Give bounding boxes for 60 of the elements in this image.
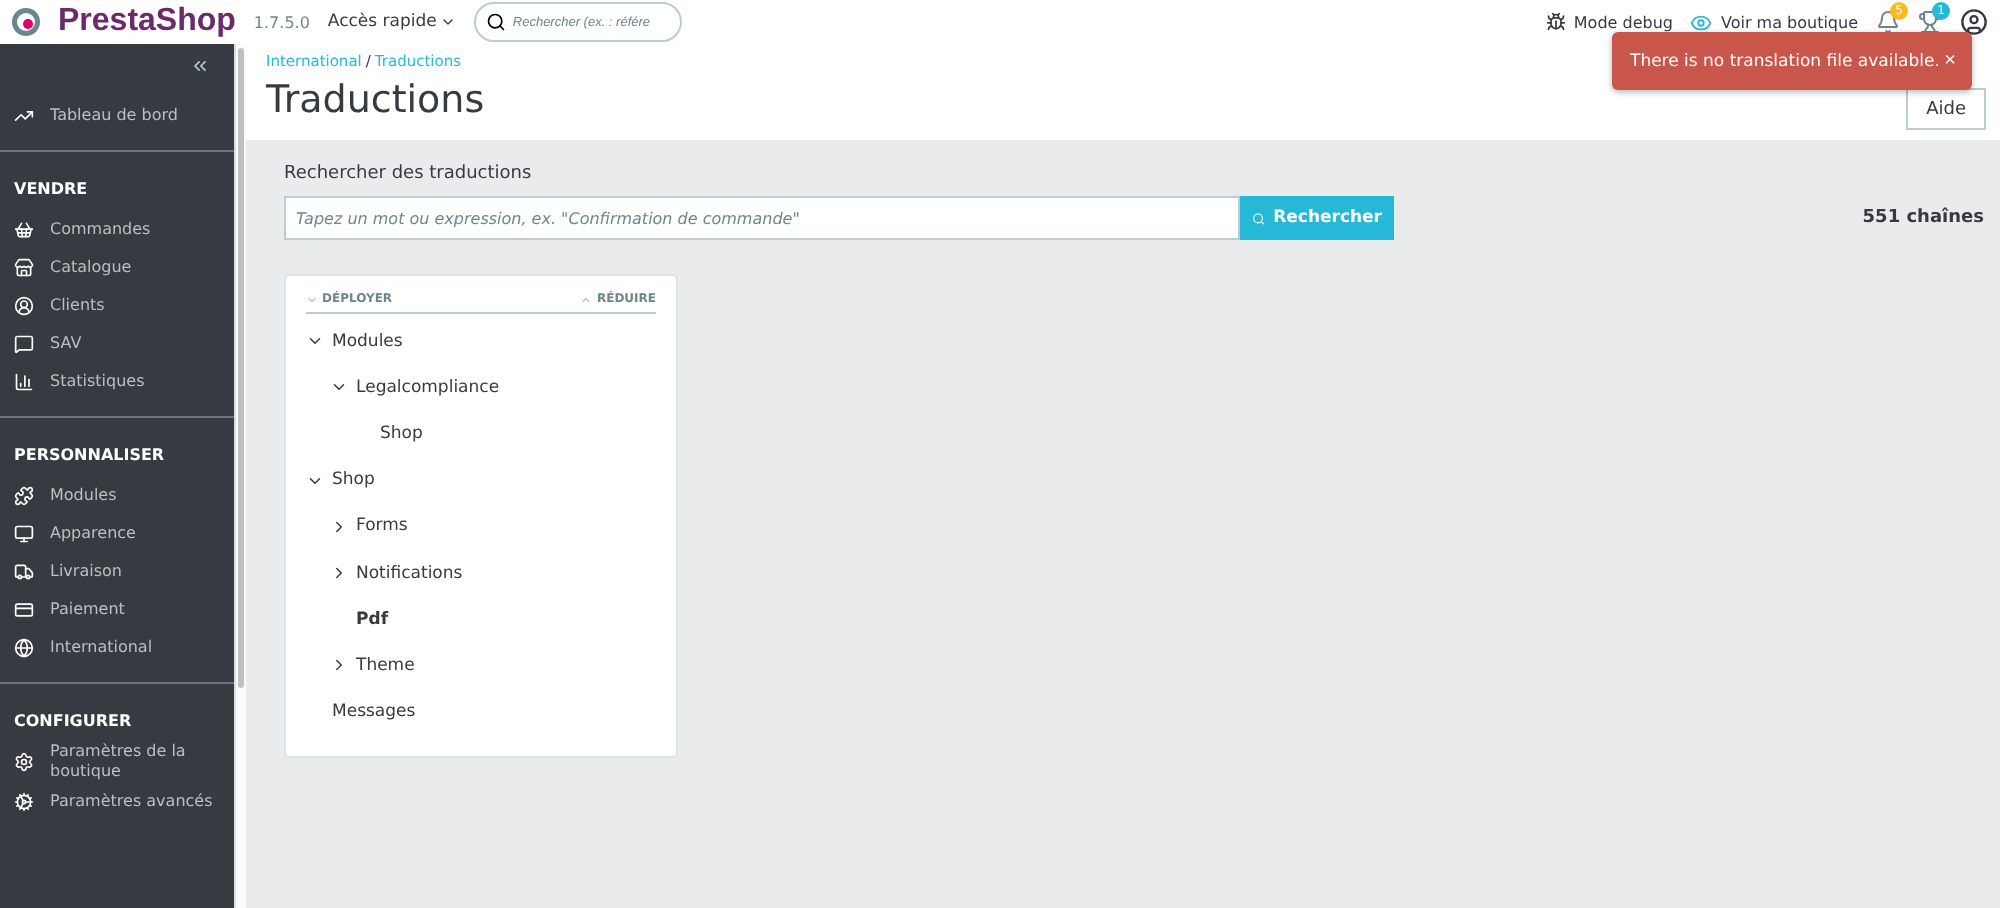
- truck-icon: [14, 561, 34, 581]
- gear-icon: [14, 752, 34, 772]
- monitor-icon: [14, 523, 34, 543]
- puzzle-icon: [14, 485, 34, 505]
- gear-icon: [14, 791, 34, 811]
- user-icon: [14, 295, 34, 315]
- chevron-down-icon: [306, 293, 318, 305]
- tree-node[interactable]: Pdf: [330, 596, 656, 643]
- collapse-icon[interactable]: [190, 56, 210, 76]
- caret-icon: [440, 14, 457, 30]
- sidebar-item[interactable]: Livraison: [0, 552, 234, 590]
- sidebar-item[interactable]: Clients: [0, 286, 234, 324]
- logo-icon: [12, 8, 40, 36]
- tree-node[interactable]: Shop: [306, 457, 656, 504]
- sidebar-item[interactable]: Apparence: [0, 514, 234, 552]
- string-count: 551 chaînes: [1862, 208, 1984, 228]
- quick-access-menu[interactable]: Accès rapide: [327, 12, 457, 32]
- sidebar-item[interactable]: Paramètres de la boutique: [0, 742, 234, 782]
- sidebar-item[interactable]: Statistiques: [0, 362, 234, 400]
- search-label: Rechercher des traductions: [284, 164, 534, 184]
- tree-node[interactable]: Legalcompliance: [330, 364, 656, 411]
- brand-name: PrestaShop: [58, 4, 236, 40]
- version-label: 1.7.5.0: [253, 13, 310, 31]
- search-icon: [1252, 209, 1266, 227]
- chat-icon: [14, 333, 34, 353]
- chevron-up-icon: [580, 293, 593, 305]
- bug-icon: [1545, 12, 1566, 32]
- tree-node[interactable]: Modules: [306, 318, 656, 365]
- tree-node[interactable]: Forms: [330, 503, 656, 550]
- tree-node[interactable]: Messages: [306, 689, 656, 736]
- sidebar-item[interactable]: Modules: [0, 476, 234, 514]
- sidebar-item[interactable]: Catalogue: [0, 248, 234, 286]
- chevron-right-icon: [330, 656, 348, 675]
- tree-node[interactable]: Shop: [354, 410, 656, 458]
- sidebar-item[interactable]: Paramètres avancés: [0, 782, 234, 820]
- view-shop-link[interactable]: Voir ma boutique: [1690, 11, 1858, 33]
- chevron-right-icon: [330, 517, 348, 536]
- chevron-right-icon: [330, 564, 348, 583]
- sidebar-item[interactable]: SAV: [0, 324, 234, 362]
- sidebar-item[interactable]: Commandes: [0, 210, 234, 248]
- sidebar-item[interactable]: Paiement: [0, 590, 234, 628]
- store-icon: [14, 257, 34, 277]
- trend-icon: [14, 105, 34, 125]
- basket-icon: [14, 219, 34, 239]
- sidebar-item[interactable]: Tableau de bord: [0, 96, 234, 134]
- search-input[interactable]: Tapez un mot ou expression, ex. "Confirmation de commande": [284, 196, 1240, 240]
- close-button[interactable]: ×: [1944, 50, 1956, 72]
- eye-icon: [1690, 11, 1713, 33]
- tree-node[interactable]: Theme: [330, 642, 656, 689]
- page-title: Traductions: [266, 78, 485, 122]
- globe-icon: [14, 637, 34, 657]
- search-icon: [486, 12, 507, 32]
- chart-icon: [14, 371, 34, 391]
- toast-message: There is no translation file available.: [1630, 51, 1942, 71]
- user-icon[interactable]: [1960, 8, 1988, 36]
- card-icon: [14, 599, 34, 619]
- sidebar-item[interactable]: International: [0, 628, 234, 666]
- help-button[interactable]: Aide: [1906, 88, 1986, 130]
- debug-link[interactable]: Mode debug: [1545, 12, 1673, 32]
- tree-node[interactable]: Notifications: [330, 549, 656, 597]
